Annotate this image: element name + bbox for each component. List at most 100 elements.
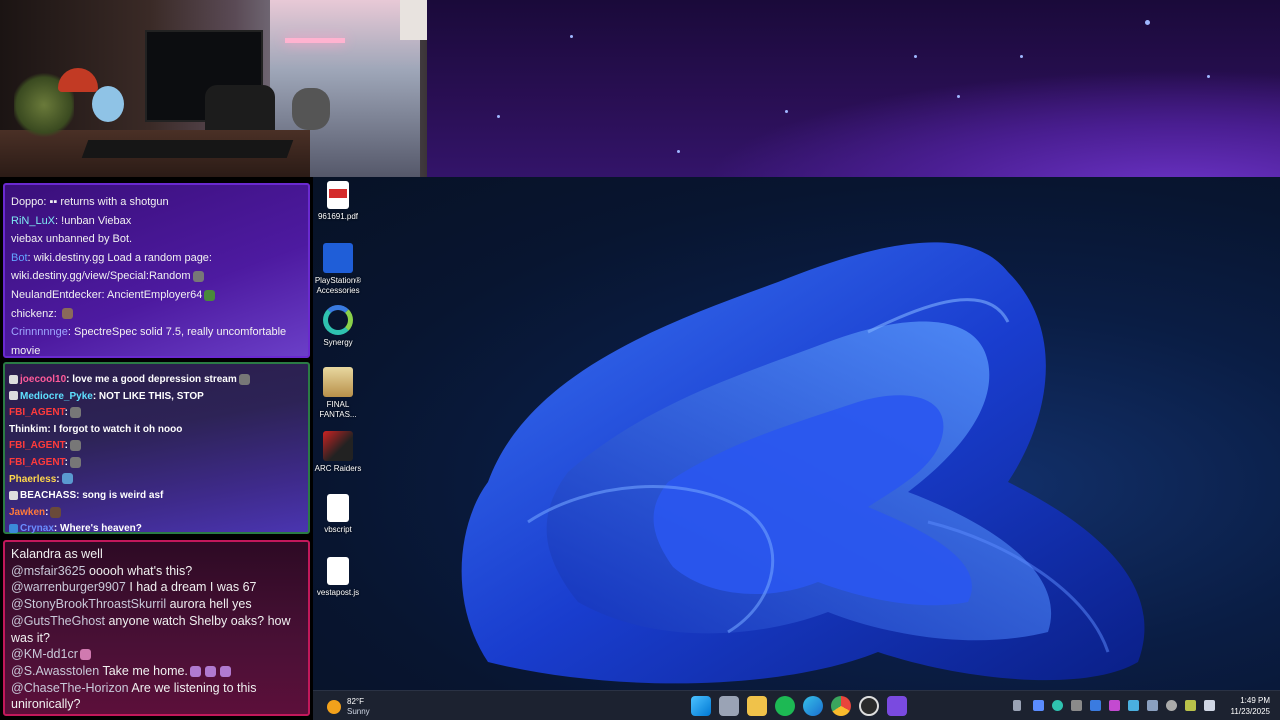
- chat-panel-secondary: joecool10: love me a good depression str…: [3, 362, 310, 534]
- chat-message: :: [64, 407, 68, 419]
- desktop-icon-vestapost[interactable]: vestapost.js: [313, 557, 366, 598]
- chevron-up-icon[interactable]: [1013, 700, 1021, 711]
- chat-line: FBI_AGENT:: [9, 405, 304, 422]
- figurine: [92, 86, 124, 122]
- chat-message: : ▪▪ returns with a shotgun: [43, 196, 169, 208]
- tray-app-icon[interactable]: [1033, 700, 1044, 711]
- synergy-tray-icon[interactable]: [1052, 700, 1063, 711]
- badge-icon: [9, 491, 18, 501]
- star: [677, 150, 680, 153]
- desktop-icon-label: vestapost.js: [316, 588, 360, 597]
- task-view-icon[interactable]: [719, 696, 739, 716]
- desktop[interactable]: 961691.pdf PlayStation® Accessories Syne…: [313, 177, 1280, 690]
- arc-raiders-icon: [323, 431, 353, 461]
- tray-app-icon[interactable]: [1185, 700, 1196, 711]
- chat-message: ooooh what's this?: [85, 563, 193, 578]
- emote-icon: [204, 666, 216, 678]
- system-clock[interactable]: 1:49 PM 11/23/2025: [1210, 695, 1270, 717]
- final-fantasy-icon: [323, 367, 353, 397]
- chat-line: Bot: wiki.destiny.gg Load a random page:: [11, 249, 302, 268]
- chrome-icon[interactable]: [831, 696, 851, 716]
- chat-username: FBI_AGENT: [9, 456, 65, 468]
- clock-date: 11/23/2025: [1230, 707, 1270, 716]
- chat-message: :: [64, 456, 68, 468]
- emote-icon: [61, 308, 73, 320]
- desktop-icon-label: Synergy: [323, 338, 353, 347]
- chat-mention: @KM-dd1cr: [11, 647, 78, 662]
- chat-line: wiki.destiny.gg/view/Special:Random: [11, 267, 302, 286]
- weather-description: Sunny: [347, 707, 370, 716]
- taskbar: 82°F Sunny 1:49 PM 11/23/2025: [313, 690, 1280, 720]
- chat-mention: @warrenburger9907: [11, 580, 126, 595]
- desktop-icon-vbscript[interactable]: vbscript: [313, 494, 366, 535]
- chat-message: viebax unbanned by Bot.: [11, 233, 133, 246]
- chat-line: Jawken:: [9, 505, 304, 522]
- vpn-icon[interactable]: [887, 696, 907, 716]
- windows-start-icon[interactable]: [691, 696, 711, 716]
- chat-line: Doppo: ▪▪ returns with a shotgun: [11, 193, 302, 212]
- keyboard: [81, 140, 294, 158]
- chat-line: @S.Awasstolen Take me home.: [11, 663, 302, 680]
- chat-message: :: [56, 473, 60, 485]
- emote-icon: [69, 456, 81, 468]
- star: [570, 35, 573, 38]
- chat-message: aurora hell yes: [166, 597, 252, 612]
- desktop-icon-arc-raiders[interactable]: ARC Raiders: [313, 431, 366, 474]
- chat-line: @StonyBrookThroastSkurril aurora hell ye…: [11, 596, 302, 613]
- star: [1145, 20, 1150, 25]
- chat-message: : AncientEmployer64: [101, 288, 203, 301]
- chat-line: joecool10: love me a good depression str…: [9, 372, 304, 389]
- tray-app-icon[interactable]: [1166, 700, 1177, 711]
- desktop-icon-pdf[interactable]: 961691.pdf: [313, 181, 366, 222]
- chat-message: :: [64, 440, 68, 452]
- badge-icon: [9, 374, 18, 384]
- desktop-icon-label: FINAL FANTAS...: [319, 400, 357, 419]
- chat-line: Phaerless:: [9, 472, 304, 489]
- chat-line: @ChaseThe-Horizon Are we listening to th…: [11, 680, 302, 713]
- tray-app-icon[interactable]: [1109, 700, 1120, 711]
- chat-line: Thinkim: I forgot to watch it oh nooo: [9, 422, 304, 439]
- tray-app-icon[interactable]: [1147, 700, 1158, 711]
- chat-line: @warrenburger9907 I had a dream I was 67: [11, 579, 302, 596]
- steam-icon[interactable]: [1128, 700, 1139, 711]
- spotify-icon[interactable]: [775, 696, 795, 716]
- chat-line: viebax unbanned by Bot.: [11, 230, 302, 249]
- star: [1020, 55, 1023, 58]
- tray-app-icon[interactable]: [1071, 700, 1082, 711]
- webcam-feed: [0, 0, 427, 177]
- chat-message: : Where's heaven?: [53, 523, 142, 535]
- chat-message: : I forgot to watch it oh nooo: [47, 423, 183, 435]
- chat-line: RiN_LuX: !unban Viebax: [11, 212, 302, 231]
- chat-mention: @msfair3625: [11, 563, 86, 578]
- desktop-icon-synergy[interactable]: Synergy: [313, 305, 366, 348]
- emote-icon: [69, 407, 81, 419]
- emote-icon: [192, 270, 204, 282]
- playstation-accessories-icon: [323, 243, 353, 273]
- star: [785, 110, 788, 113]
- chat-message: : NOT LIKE THIS, STOP: [92, 390, 204, 402]
- obs-icon[interactable]: [859, 696, 879, 716]
- emote-icon: [204, 289, 216, 301]
- desktop-icon-playstation-accessories[interactable]: PlayStation® Accessories: [313, 243, 366, 296]
- chat-line: BEACHASS: song is weird asf: [9, 488, 304, 505]
- chat-message: Kalandra as well: [11, 547, 103, 561]
- chat-username: FBI_AGENT: [9, 440, 65, 452]
- chat-message: : !unban Viebax: [55, 214, 132, 227]
- file-explorer-icon[interactable]: [747, 696, 767, 716]
- desktop-icon-final-fantasy[interactable]: FINAL FANTAS...: [313, 367, 366, 420]
- chat-line: Crynax: Where's heaven?: [9, 521, 304, 538]
- chat-username: RiN_LuX: [11, 214, 56, 227]
- chat-mention: @GutsTheGhost: [11, 613, 105, 628]
- edge-icon[interactable]: [803, 696, 823, 716]
- desktop-icon-label: vbscript: [324, 525, 352, 534]
- chat-mention: @S.Awasstolen: [11, 663, 100, 678]
- chat-username: NeulandEntdecker: [11, 288, 102, 301]
- synergy-icon: [323, 305, 353, 335]
- chat-message: wiki.destiny.gg/view/Special:Random: [11, 270, 191, 283]
- chat-line: Kalandra as well: [11, 546, 302, 563]
- star: [497, 115, 500, 118]
- chat-username: Crinnnnnge: [11, 326, 68, 339]
- pink-light: [285, 38, 345, 43]
- chat-message: : love me a good depression stream: [66, 374, 237, 385]
- tray-app-icon[interactable]: [1090, 700, 1101, 711]
